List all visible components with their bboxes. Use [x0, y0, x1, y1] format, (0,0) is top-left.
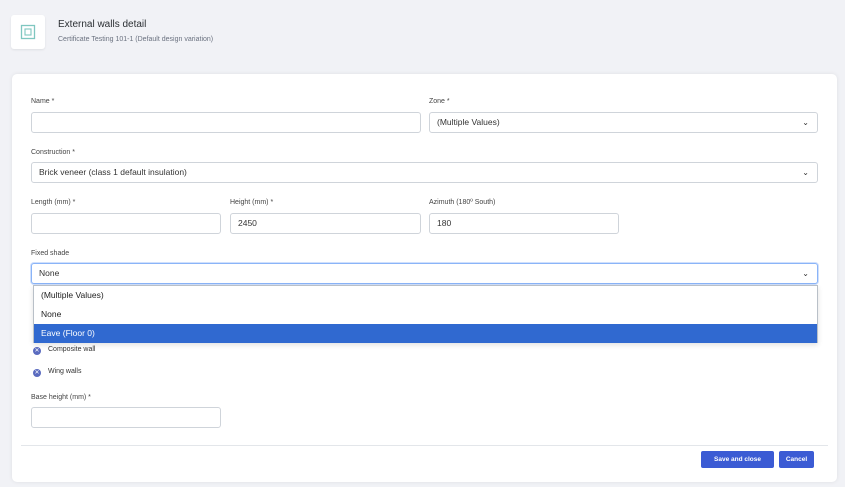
zone-select-value: (Multiple Values) [437, 117, 500, 127]
composite-wall-label: Composite wall [48, 346, 96, 353]
construction-label: Construction * [31, 149, 75, 156]
zone-select[interactable]: (Multiple Values) ⌄ [429, 112, 818, 133]
chevron-down-icon: ⌄ [802, 118, 809, 127]
page-title: External walls detail [58, 19, 147, 30]
name-input[interactable] [31, 112, 421, 133]
close-circle-icon: ✕ [33, 369, 41, 377]
dropdown-option-none[interactable]: None [34, 305, 817, 324]
length-input[interactable] [31, 213, 221, 234]
cancel-button[interactable]: Cancel [779, 451, 814, 468]
fixed-shade-select[interactable]: None ⌄ [31, 263, 818, 284]
save-and-close-button[interactable]: Save and close [701, 451, 774, 468]
azimuth-label: Azimuth (180º South) [429, 199, 496, 206]
footer-divider [21, 445, 828, 446]
length-label: Length (mm) * [31, 199, 76, 206]
wing-walls-label: Wing walls [48, 368, 82, 375]
height-label: Height (mm) * [230, 199, 274, 206]
base-height-input[interactable] [31, 407, 221, 428]
form-card: Name * Zone * (Multiple Values) ⌄ Constr… [12, 74, 837, 482]
dropdown-option-eave-floor-0[interactable]: Eave (Floor 0) [34, 324, 817, 343]
close-circle-icon: ✕ [33, 347, 41, 355]
azimuth-input[interactable]: 180 [429, 213, 619, 234]
name-label: Name * [31, 98, 55, 105]
zone-label: Zone * [429, 98, 450, 105]
base-height-label: Base height (mm) * [31, 394, 91, 401]
dropdown-option-multiple-values[interactable]: (Multiple Values) [34, 286, 817, 305]
fixed-shade-label: Fixed shade [31, 250, 70, 257]
chevron-down-icon: ⌄ [802, 168, 809, 177]
construction-select-value: Brick veneer (class 1 default insulation… [39, 167, 187, 177]
page-subtitle: Certificate Testing 101-1 (Default desig… [58, 36, 214, 43]
fixed-shade-dropdown: (Multiple Values) None Eave (Floor 0) [33, 285, 818, 343]
page-header: External walls detail Certificate Testin… [0, 0, 845, 62]
fixed-shade-select-value: None [39, 268, 60, 278]
house-icon [11, 15, 45, 49]
construction-select[interactable]: Brick veneer (class 1 default insulation… [31, 162, 818, 183]
height-input[interactable]: 2450 [230, 213, 421, 234]
chevron-down-icon: ⌄ [802, 269, 809, 278]
